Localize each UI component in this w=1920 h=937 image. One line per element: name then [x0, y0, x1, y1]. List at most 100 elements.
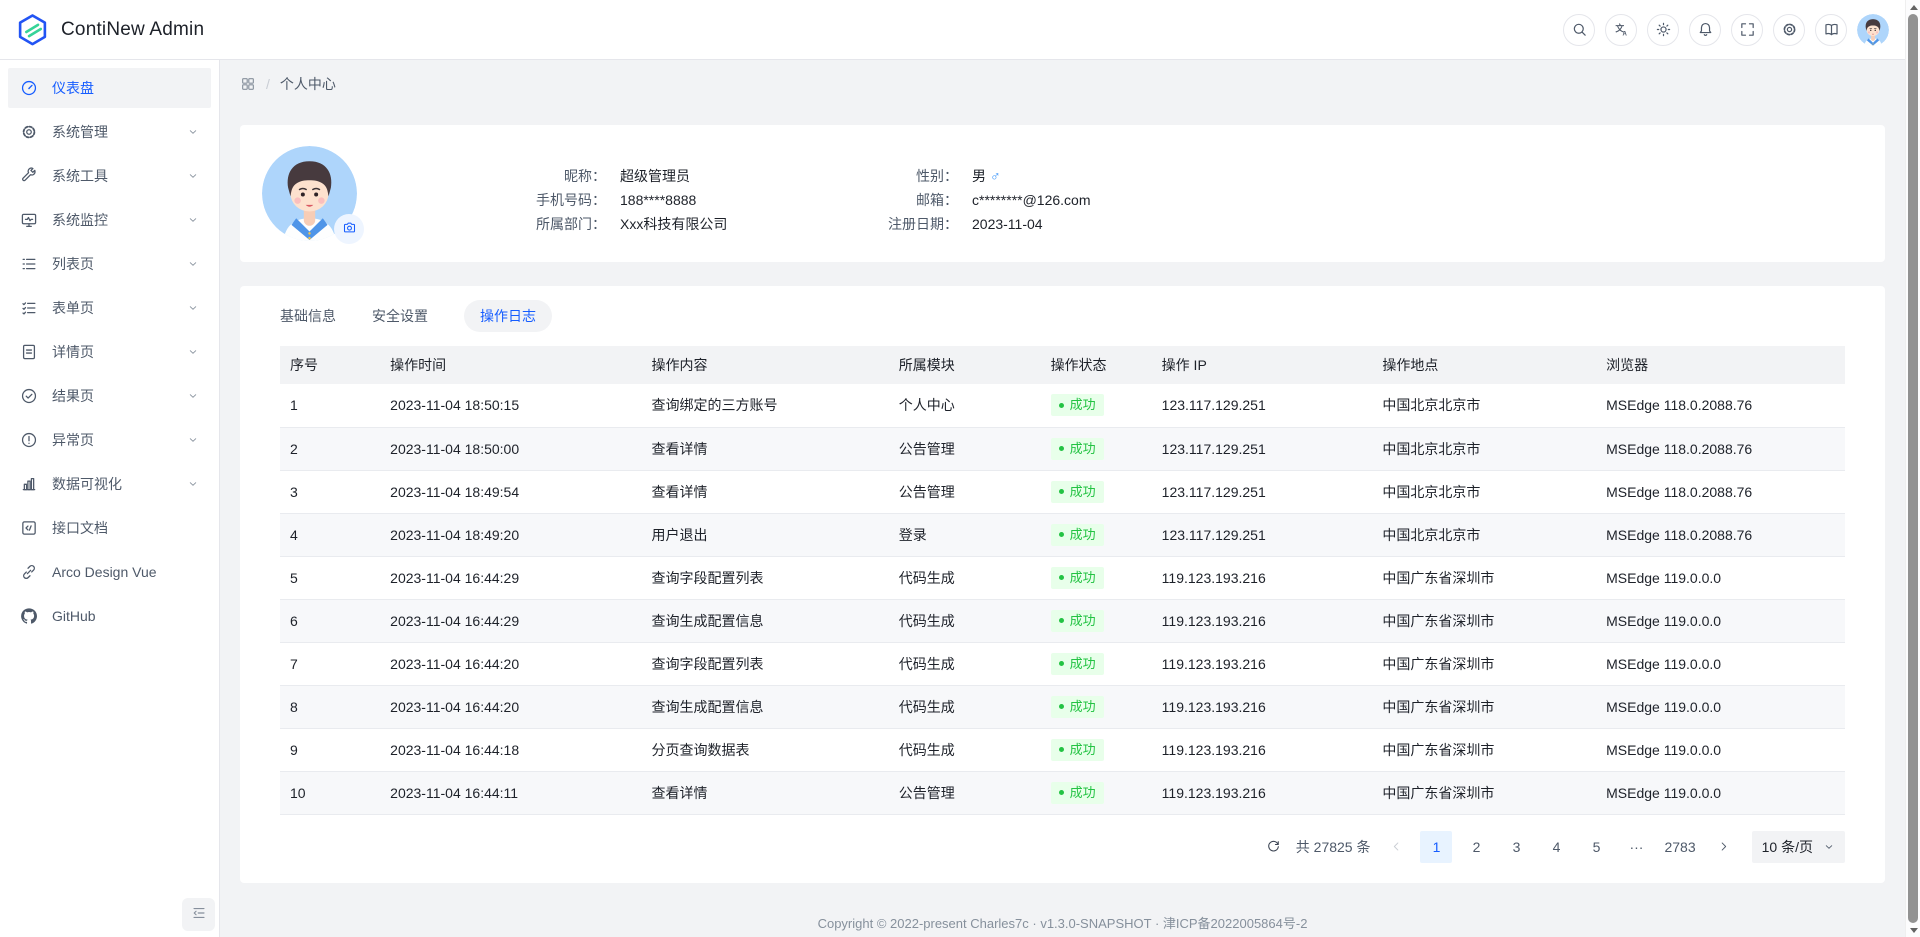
language-button[interactable]: 文A	[1605, 14, 1637, 46]
table-cell: 查询生成配置信息	[642, 599, 889, 642]
table-cell: 5	[280, 556, 380, 599]
chevron-down-icon	[187, 302, 199, 314]
refresh-button[interactable]	[1260, 831, 1288, 863]
change-avatar-button[interactable]	[334, 214, 364, 244]
table-cell-status: 成功	[1041, 685, 1152, 728]
pagination-next-button[interactable]	[1708, 831, 1740, 863]
sidebar-item-system-tools[interactable]: 系统工具	[8, 156, 211, 196]
table-cell: 1	[280, 384, 380, 427]
table-cell: MSEdge 118.0.2088.76	[1596, 427, 1845, 470]
chevron-down-icon	[187, 214, 199, 226]
table-cell: 中国广东省深圳市	[1372, 599, 1596, 642]
pagination-page-1[interactable]: 1	[1420, 831, 1452, 863]
table-cell: 中国北京北京市	[1372, 513, 1596, 556]
pagination-page-5[interactable]: 5	[1580, 831, 1612, 863]
pagination: 共 27825 条 12345···2783 10 条/页	[280, 831, 1845, 863]
pagination-page-4[interactable]: 4	[1540, 831, 1572, 863]
status-badge: 成功	[1051, 782, 1104, 804]
user-avatar-button[interactable]	[1857, 14, 1889, 46]
sidebar-item-dashboard[interactable]: 仪表盘	[8, 68, 211, 108]
table-cell: 2023-11-04 16:44:20	[380, 642, 641, 685]
scrollbar-up-arrow[interactable]	[1906, 0, 1920, 14]
profile-field: 昵称：超级管理员	[528, 167, 880, 186]
table-cell: 查询绑定的三方账号	[642, 384, 889, 427]
chevron-down-icon	[187, 170, 199, 182]
table-row: 82023-11-04 16:44:20查询生成配置信息代码生成成功119.12…	[280, 685, 1845, 728]
column-header: 操作 IP	[1152, 346, 1373, 384]
fullscreen-icon	[1739, 21, 1756, 38]
sidebar-item-label: 结果页	[52, 386, 187, 406]
sidebar-item-label: 详情页	[52, 342, 187, 362]
table-cell: 个人中心	[889, 384, 1041, 427]
chevron-down-icon	[187, 258, 199, 270]
sidebar-item-detail-pages[interactable]: 详情页	[8, 332, 211, 372]
table-cell: 中国北京北京市	[1372, 470, 1596, 513]
sidebar-item-data-visualization[interactable]: 数据可视化	[8, 464, 211, 504]
scrollbar-thumb[interactable]	[1908, 14, 1918, 923]
table-cell-status: 成功	[1041, 728, 1152, 771]
app-logo-icon	[16, 13, 49, 46]
pagination-page-2783[interactable]: 2783	[1660, 831, 1699, 863]
profile-field: 注册日期：2023-11-04	[880, 215, 1091, 234]
sidebar-item-arco-design-vue[interactable]: Arco Design Vue	[8, 552, 211, 592]
table-cell: 7	[280, 642, 380, 685]
table-cell: 119.123.193.216	[1152, 685, 1373, 728]
sidebar-item-form-pages[interactable]: 表单页	[8, 288, 211, 328]
sidebar-item-label: 系统监控	[52, 210, 187, 230]
tab-安全设置[interactable]: 安全设置	[372, 300, 428, 332]
breadcrumb-separator: /	[266, 76, 270, 92]
brand[interactable]: ContiNew Admin	[16, 13, 204, 46]
profile-field-label: 所属部门：	[528, 215, 606, 234]
sidebar-item-system-management[interactable]: 系统管理	[8, 112, 211, 152]
table-cell-status: 成功	[1041, 427, 1152, 470]
pagination-page-2[interactable]: 2	[1460, 831, 1492, 863]
sidebar-item-github[interactable]: GitHub	[8, 596, 211, 636]
pagination-prev-button[interactable]	[1380, 831, 1412, 863]
pagination-ellipsis[interactable]: ···	[1620, 831, 1652, 863]
table-cell: 2023-11-04 16:44:11	[380, 771, 641, 814]
table-cell: 代码生成	[889, 556, 1041, 599]
sidebar-collapse-button[interactable]	[182, 898, 215, 931]
table-cell: 查询生成配置信息	[642, 685, 889, 728]
table-cell: 2023-11-04 16:44:18	[380, 728, 641, 771]
apps-grid-icon[interactable]	[240, 76, 256, 92]
tab-基础信息[interactable]: 基础信息	[280, 300, 336, 332]
column-header: 序号	[280, 346, 380, 384]
sidebar-item-exception-pages[interactable]: 异常页	[8, 420, 211, 460]
profile-field-label: 手机号码：	[528, 191, 606, 210]
table-cell: 2023-11-04 18:49:54	[380, 470, 641, 513]
check-circle-icon	[20, 387, 38, 405]
fullscreen-button[interactable]	[1731, 14, 1763, 46]
notifications-button[interactable]	[1689, 14, 1721, 46]
sidebar-item-list-pages[interactable]: 列表页	[8, 244, 211, 284]
page-size-select[interactable]: 10 条/页	[1752, 831, 1845, 863]
theme-button[interactable]	[1647, 14, 1679, 46]
scrollbar-down-arrow[interactable]	[1906, 923, 1920, 937]
search-button[interactable]	[1563, 14, 1595, 46]
main-content: / 个人中心 昵称：超级管理员手机号码：188****8888所属部	[220, 60, 1905, 937]
profile-info-column-2: 性别：男♂邮箱：c********@126.com注册日期：2023-11-04	[880, 167, 1091, 241]
sidebar-item-result-pages[interactable]: 结果页	[8, 376, 211, 416]
svg-text:A: A	[1622, 32, 1627, 38]
sidebar-item-api-docs[interactable]: 接口文档	[8, 508, 211, 548]
sidebar-item-label: 列表页	[52, 254, 187, 274]
sidebar-item-label: 系统管理	[52, 122, 187, 142]
table-cell: 查询字段配置列表	[642, 642, 889, 685]
settings-button[interactable]	[1773, 14, 1805, 46]
profile-card: 昵称：超级管理员手机号码：188****8888所属部门：Xxx科技有限公司 性…	[240, 125, 1885, 262]
male-icon: ♂	[990, 168, 1001, 184]
profile-field-label: 昵称：	[528, 167, 606, 186]
link-icon	[20, 563, 38, 581]
gear-icon	[1781, 21, 1798, 38]
profile-field: 手机号码：188****8888	[528, 191, 880, 210]
sidebar-item-system-monitor[interactable]: 系统监控	[8, 200, 211, 240]
table-cell: 6	[280, 599, 380, 642]
table-cell: 查看详情	[642, 470, 889, 513]
tab-操作日志[interactable]: 操作日志	[464, 300, 552, 332]
menu-fold-icon	[191, 905, 207, 924]
pagination-page-3[interactable]: 3	[1500, 831, 1532, 863]
docs-button[interactable]	[1815, 14, 1847, 46]
column-header: 操作时间	[380, 346, 641, 384]
table-cell: 119.123.193.216	[1152, 642, 1373, 685]
table-cell: 2023-11-04 18:49:20	[380, 513, 641, 556]
